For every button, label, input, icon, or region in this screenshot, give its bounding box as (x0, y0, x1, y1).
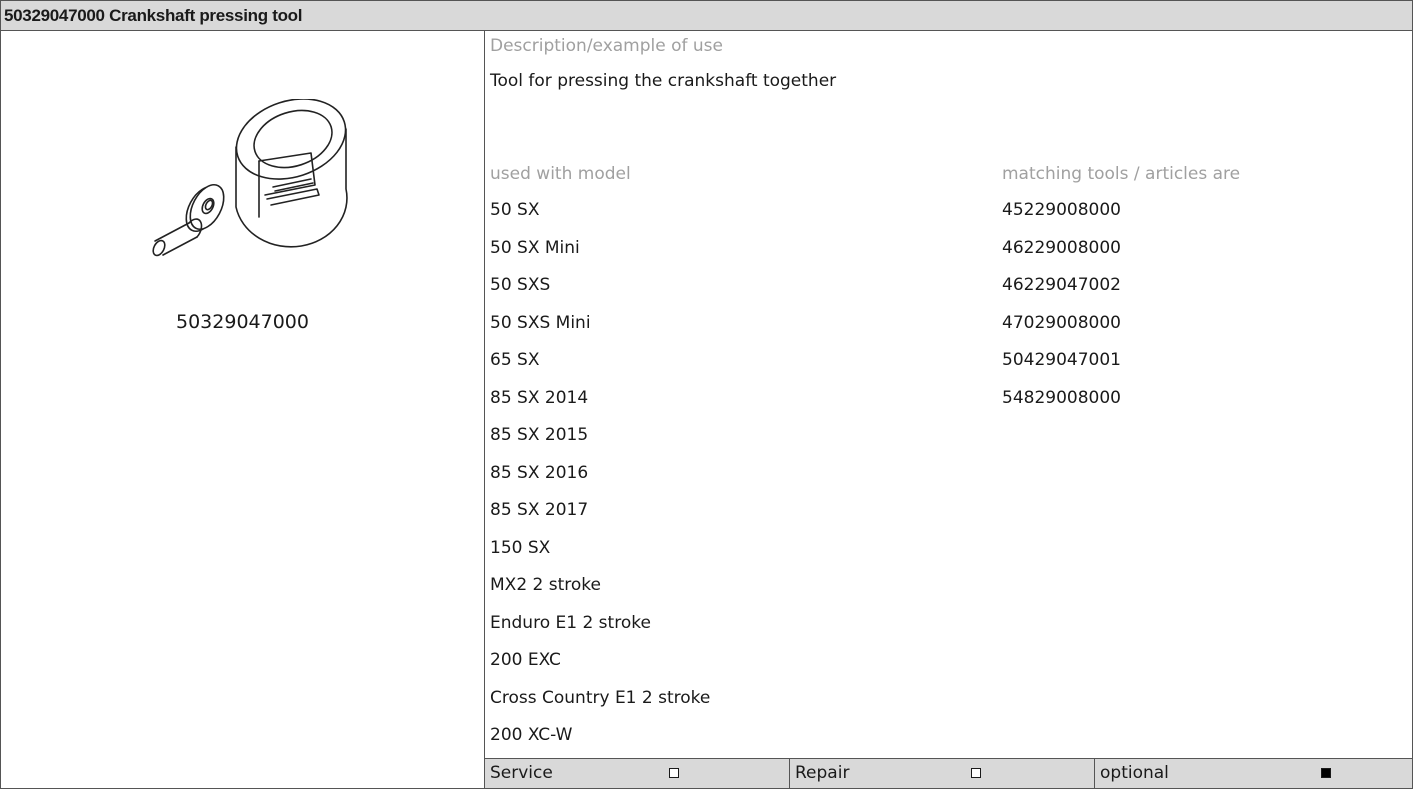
matching-header: matching tools / articles are (1002, 164, 1241, 184)
model-item: 85 SX 2017 (490, 500, 589, 520)
matching-article-item: 54829008000 (1002, 387, 1121, 408)
description-text: Tool for pressing the crankshaft togethe… (490, 71, 837, 91)
models-list: 50 SX 50 SX Mini 50 SXS 50 SXS Mini 65 S… (490, 198, 710, 761)
matching-article-item: 46229047002 (1002, 275, 1121, 295)
description-label: Description/example of use (490, 36, 724, 56)
repair-cell: Repair (790, 759, 1095, 788)
optional-checkbox (1321, 768, 1331, 778)
model-item: 50 SXS (490, 275, 551, 295)
crankshaft-pressing-tool-icon (152, 99, 348, 257)
repair-checkbox (971, 768, 981, 778)
tool-image-panel: 50329047000 (1, 31, 485, 788)
service-checkbox (669, 768, 679, 778)
model-item: Cross Country E1 2 stroke (490, 687, 711, 708)
matching-article-item: 45229008000 (1002, 200, 1121, 220)
model-item: 50 SXS Mini (490, 312, 591, 333)
model-item: 50 SX Mini (490, 237, 580, 258)
service-label: Service (490, 763, 553, 783)
model-item: 200 XC-W (490, 725, 573, 745)
model-item: Enduro E1 2 stroke (490, 612, 651, 633)
optional-cell: optional (1095, 759, 1412, 788)
model-item: 85 SX 2016 (490, 462, 589, 483)
tool-part-number: 50329047000 (176, 311, 309, 333)
page-title: 50329047000 Crankshaft pressing tool (1, 1, 1412, 31)
model-item: 150 SX (490, 537, 551, 558)
tool-details-panel: Description/example of use Tool for pres… (485, 31, 1412, 758)
matching-article-item: 50429047001 (1002, 350, 1121, 370)
optional-label: optional (1100, 763, 1169, 783)
service-cell: Service (485, 759, 790, 788)
model-item: 50 SX (490, 200, 540, 220)
usage-category-row: Service Repair optional (485, 758, 1412, 788)
matching-article-item: 46229008000 (1002, 237, 1121, 258)
model-item: 85 SX 2015 (490, 425, 589, 445)
model-item: MX2 2 stroke (490, 575, 601, 595)
matching-article-item: 47029008000 (1002, 312, 1121, 333)
model-item: 85 SX 2014 (490, 387, 589, 408)
model-item: 200 EXC (490, 650, 561, 670)
matching-articles-list: 45229008000 46229008000 46229047002 4702… (1002, 198, 1121, 423)
repair-label: Repair (795, 763, 850, 783)
tool-sheet: 50329047000 Crankshaft pressing tool 503… (0, 0, 1413, 789)
models-header: used with model (490, 164, 631, 184)
model-item: 65 SX (490, 350, 540, 370)
